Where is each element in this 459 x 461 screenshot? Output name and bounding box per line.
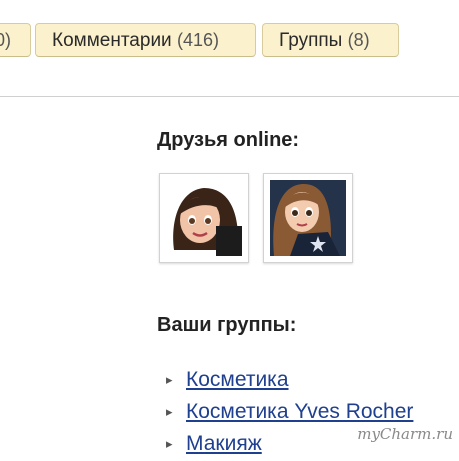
tab-groups[interactable]: Группы (8) <box>262 23 399 57</box>
tab-partial[interactable]: 0) <box>0 23 31 57</box>
section-divider <box>0 96 459 97</box>
tab-comments[interactable]: Комментарии (416) <box>35 23 256 57</box>
tab-comments-count: (416) <box>176 30 219 50</box>
tab-groups-label: Группы <box>279 30 343 51</box>
friends-online-heading: Друзья online: <box>157 129 300 151</box>
group-link-yves-rocher[interactable]: Косметика Yves Rocher <box>186 400 413 423</box>
watermark: myCharm.ru <box>357 425 453 443</box>
group-link-makeup[interactable]: Макияж <box>186 432 262 455</box>
bullet-icon: ▸ <box>166 436 173 451</box>
tab-comments-label: Комментарии <box>52 30 172 51</box>
bullet-icon: ▸ <box>166 404 173 419</box>
tab-groups-count: (8) <box>347 30 370 50</box>
friend-avatar-1-icon <box>166 180 242 256</box>
your-groups-heading: Ваши группы: <box>157 314 297 336</box>
tab-partial-count: 0) <box>0 30 12 50</box>
friend-avatar-2[interactable] <box>263 173 353 263</box>
bullet-icon: ▸ <box>166 372 173 387</box>
group-link-cosmetics[interactable]: Косметика <box>186 368 289 391</box>
friend-avatar-2-icon <box>270 180 346 256</box>
list-item: ▸ Косметика <box>166 365 413 397</box>
friend-avatar-1[interactable] <box>159 173 249 263</box>
